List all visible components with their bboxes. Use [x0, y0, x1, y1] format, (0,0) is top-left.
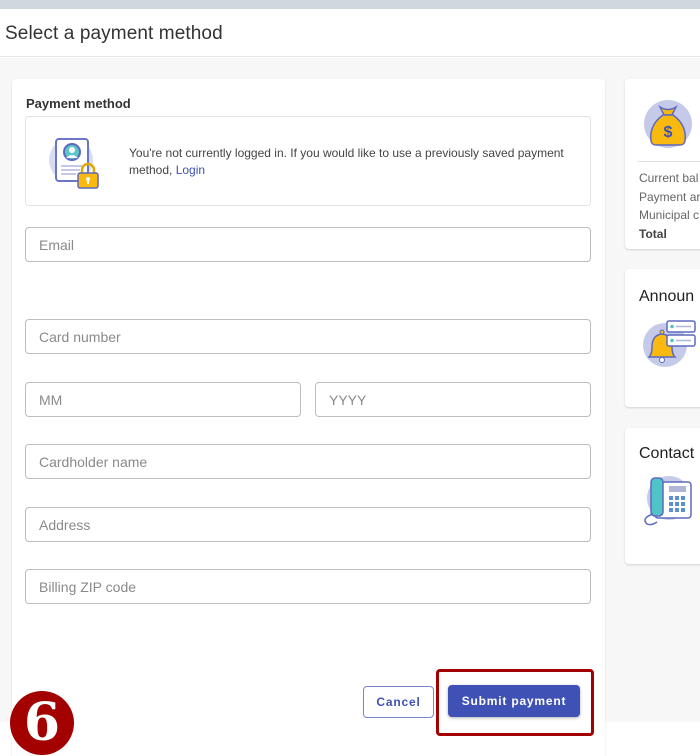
card-number-input[interactable]: [25, 319, 591, 354]
step-number-badge: 6: [10, 691, 74, 755]
total-label: Total: [639, 226, 667, 241]
announcements-card: Announ: [625, 269, 700, 407]
page-header: Select a payment method: [0, 9, 700, 57]
municipal-charge-label: Municipal c: [639, 208, 700, 222]
bell-announcement-icon: [643, 320, 696, 367]
address-input[interactable]: [25, 507, 591, 542]
login-notice-text: You're not currently logged in. If you w…: [129, 145, 579, 179]
expiry-year-input[interactable]: [315, 382, 591, 417]
browser-top-strip: [0, 0, 700, 9]
payment-method-card: Payment method You're not currently logg…: [12, 79, 605, 756]
money-bag-icon: $: [644, 100, 692, 148]
login-notice: You're not currently logged in. If you w…: [25, 116, 591, 206]
email-input[interactable]: [25, 227, 591, 262]
section-title: Payment method: [26, 96, 131, 111]
balance-card: $ Current bal Payment ar Municipal c Tot…: [625, 79, 700, 249]
login-link[interactable]: Login: [176, 163, 205, 177]
divider: [638, 161, 700, 162]
submit-payment-button[interactable]: Submit payment: [448, 685, 580, 717]
cardholder-name-input[interactable]: [25, 444, 591, 479]
balance-summary: Current bal Payment ar Municipal c Total: [639, 169, 700, 243]
current-balance-label: Current bal: [639, 171, 699, 185]
contact-title: Contact: [639, 445, 695, 462]
announcements-title: Announ: [639, 288, 695, 305]
expiry-month-input[interactable]: [25, 382, 301, 417]
billing-zip-input[interactable]: [25, 569, 591, 604]
payment-amount-label: Payment ar: [639, 189, 700, 204]
cancel-button[interactable]: Cancel: [363, 686, 434, 718]
contact-card: Contact: [625, 428, 700, 564]
svg-text:$: $: [664, 124, 673, 141]
secure-profile-icon: [49, 138, 99, 189]
page-title: Select a payment method: [5, 23, 223, 44]
desk-phone-icon: [644, 476, 692, 526]
